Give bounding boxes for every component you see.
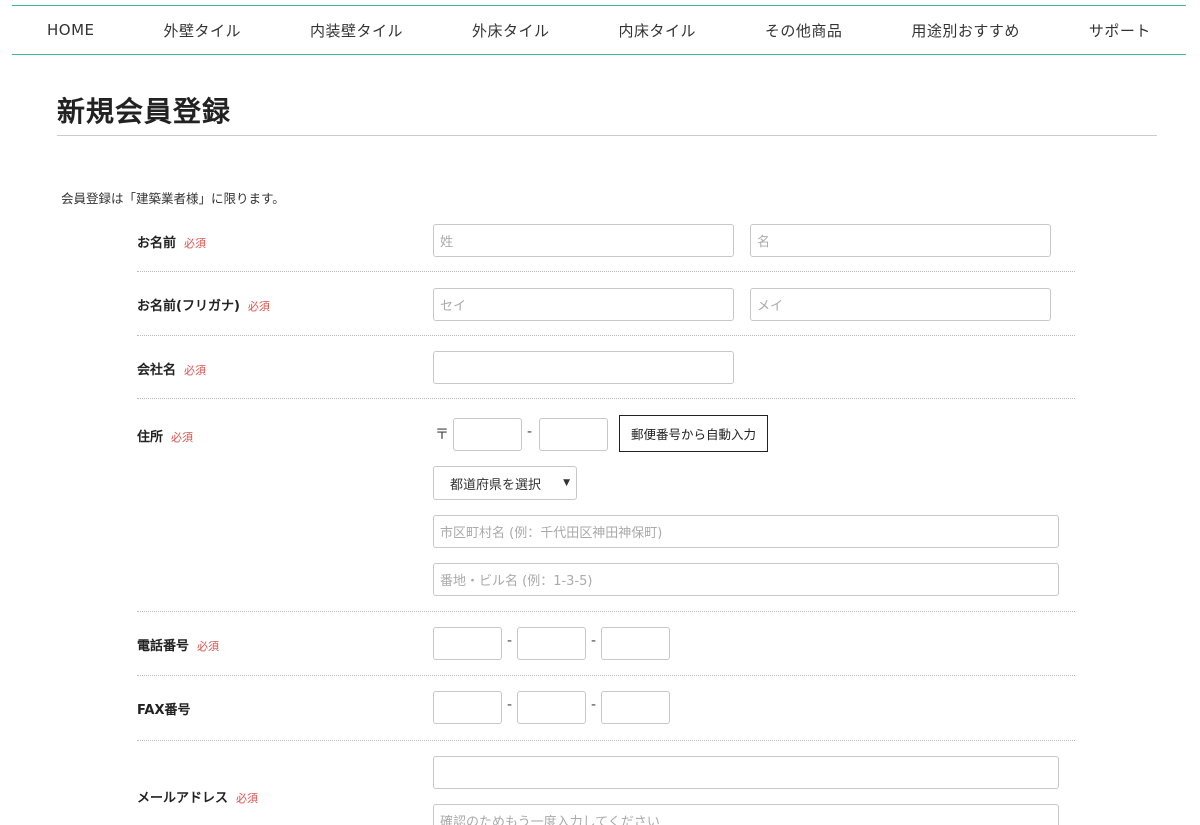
company-row: 会社名 必須 [137, 336, 1075, 399]
name-row: お名前 必須 姓 名 [137, 222, 1075, 272]
phone-number-input[interactable] [601, 627, 670, 660]
zip-autofill-button[interactable]: 郵便番号から自動入力 [619, 415, 768, 452]
required-badge: 必須 [236, 792, 259, 805]
nav-home[interactable]: HOME [47, 21, 95, 39]
dropdown-caret-icon: ▼ [563, 478, 570, 488]
prefecture-select[interactable]: 都道府県を選択 ▼ [433, 466, 577, 500]
email-confirm-input[interactable]: 確認のためもう一度入力してください [433, 804, 1059, 825]
nav-interior-floor-tile[interactable]: 内床タイル [618, 20, 696, 41]
first-name-input[interactable]: 名 [750, 224, 1051, 257]
main-nav: HOME 外壁タイル 内装壁タイル 外床タイル 内床タイル その他商品 用途別お… [12, 5, 1186, 55]
fax-label: FAX番号 [137, 703, 191, 718]
fax-hyphen-1: - [507, 697, 513, 713]
phone-row: 電話番号 必須 - - [137, 612, 1075, 676]
required-badge: 必須 [184, 237, 207, 250]
fax-row: FAX番号 - - [137, 676, 1075, 741]
title-divider [57, 135, 1157, 136]
last-name-input[interactable]: 姓 [433, 224, 734, 257]
address-row: 住所 必須 〒 - 郵便番号から自動入力 都道府県を選択 ▼ 市区町村名 (例：千… [137, 399, 1075, 612]
required-badge: 必須 [197, 640, 220, 653]
phone-exchange-input[interactable] [517, 627, 586, 660]
postal-mark: 〒 [435, 427, 449, 443]
nav-other-products[interactable]: その他商品 [765, 20, 843, 41]
fax-area-input[interactable] [433, 691, 502, 724]
nav-exterior-wall-tile[interactable]: 外壁タイル [163, 20, 241, 41]
nav-interior-wall-tile[interactable]: 内装壁タイル [310, 20, 403, 41]
phone-area-input[interactable] [433, 627, 502, 660]
fax-number-input[interactable] [601, 691, 670, 724]
company-input[interactable] [433, 351, 734, 384]
city-input[interactable]: 市区町村名 (例：千代田区神田神保町) [433, 515, 1059, 548]
email-input[interactable] [433, 756, 1059, 789]
fax-hyphen-2: - [591, 697, 597, 713]
first-name-kana-input[interactable]: メイ [750, 288, 1051, 321]
zip-hyphen: - [527, 424, 533, 440]
name-label: お名前 必須 [137, 236, 207, 251]
required-badge: 必須 [171, 431, 194, 444]
kana-label: お名前(フリガナ) 必須 [137, 299, 270, 314]
address-label: 住所 必須 [137, 430, 194, 445]
phone-hyphen-1: - [507, 633, 513, 649]
kana-row: お名前(フリガナ) 必須 セイ メイ [137, 272, 1075, 336]
page-title: 新規会員登録 [57, 95, 232, 128]
membership-notice: 会員登録は「建築業者様」に限ります。 [61, 191, 285, 206]
phone-hyphen-2: - [591, 633, 597, 649]
nav-recommendations[interactable]: 用途別おすすめ [911, 20, 1020, 41]
nav-support[interactable]: サポート [1089, 20, 1151, 41]
last-name-kana-input[interactable]: セイ [433, 288, 734, 321]
zip-first-input[interactable] [453, 418, 522, 451]
company-label: 会社名 必須 [137, 363, 207, 378]
email-label: メールアドレス 必須 [137, 791, 259, 806]
fax-exchange-input[interactable] [517, 691, 586, 724]
email-row: メールアドレス 必須 確認のためもう一度入力してください [137, 741, 1075, 825]
required-badge: 必須 [247, 300, 270, 313]
zip-second-input[interactable] [539, 418, 608, 451]
nav-exterior-floor-tile[interactable]: 外床タイル [472, 20, 550, 41]
phone-label: 電話番号 必須 [137, 639, 220, 654]
required-badge: 必須 [184, 364, 207, 377]
street-input[interactable]: 番地・ビル名 (例：1-3-5) [433, 563, 1059, 596]
